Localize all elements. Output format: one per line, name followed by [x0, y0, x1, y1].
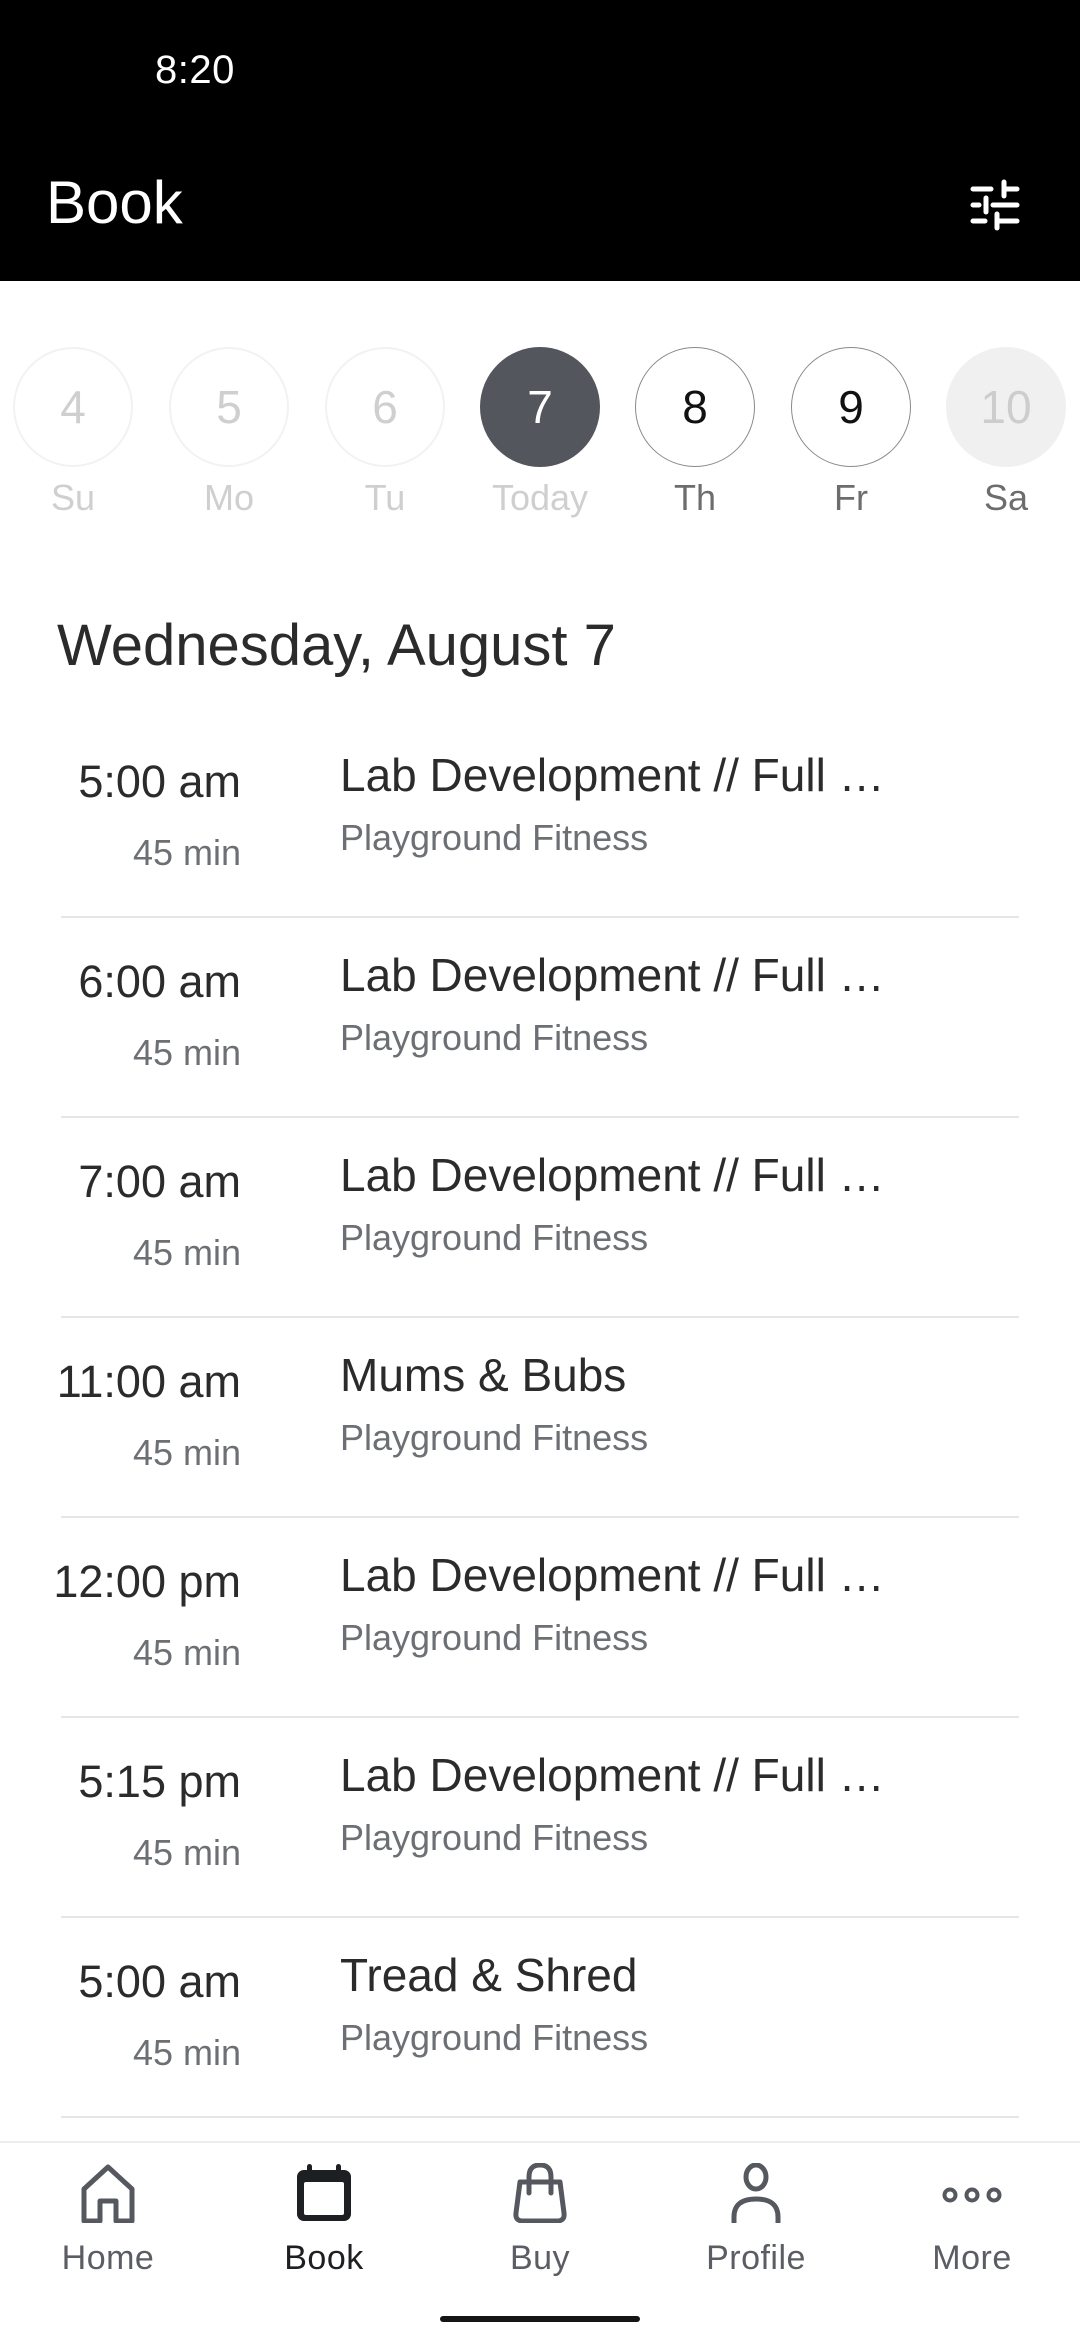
- class-row[interactable]: 5:15 pm 45 min Lab Development // Full B…: [0, 1718, 1080, 1918]
- class-row[interactable]: 5:00 am 45 min Tread & Shred Playground …: [0, 1918, 1080, 2118]
- day-fr[interactable]: 9 Fr: [781, 347, 921, 547]
- filter-button[interactable]: [955, 165, 1035, 245]
- nav-label: Book: [284, 2239, 364, 2277]
- class-studio: Playground Fitness: [340, 1817, 649, 1858]
- day-label: Sa: [983, 477, 1029, 518]
- class-duration: 45 min: [132, 1832, 241, 1873]
- more-dots-icon: [942, 2187, 1002, 2203]
- app-bar: Book: [0, 130, 1080, 281]
- day-label: Mo: [203, 477, 254, 518]
- day-label: Th: [673, 477, 716, 518]
- class-time: 6:00 am: [78, 956, 241, 1007]
- nav-label: Profile: [706, 2239, 806, 2277]
- class-row[interactable]: 5:00 am 45 min Lab Development // Full B…: [0, 718, 1080, 918]
- day-label: Fr: [834, 477, 868, 518]
- bottom-nav: Home Book Buy Profile More: [0, 2141, 1080, 2340]
- day-number: 5: [169, 347, 289, 467]
- class-title: Lab Development // Full Body: [340, 1549, 900, 1601]
- class-time: 7:00 am: [78, 1156, 241, 1207]
- class-title: Lab Development // Full Body: [340, 949, 900, 1001]
- class-studio: Playground Fitness: [340, 1417, 649, 1458]
- class-row[interactable]: 12:00 pm 45 min Lab Development // Full …: [0, 1518, 1080, 1718]
- nav-home[interactable]: Home: [0, 2143, 216, 2293]
- day-su[interactable]: 4 Su: [3, 347, 143, 547]
- nav-label: Buy: [509, 2239, 571, 2277]
- class-title: Lab Development // Full Body: [340, 749, 900, 801]
- class-list: 5:00 am 45 min Lab Development // Full B…: [0, 718, 1080, 2118]
- class-title: Lab Development // Full Body: [340, 1149, 900, 1201]
- class-title: Tread & Shred: [340, 1949, 638, 2001]
- nav-label: More: [932, 2239, 1012, 2277]
- day-label: Today: [491, 477, 589, 518]
- day-label: Tu: [364, 477, 406, 518]
- status-time: 8:20: [155, 48, 235, 92]
- class-duration: 45 min: [132, 832, 241, 873]
- date-heading: Wednesday, August 7: [57, 613, 616, 678]
- class-duration: 45 min: [132, 1232, 241, 1273]
- sliders-icon: [970, 179, 1020, 231]
- class-title: Lab Development // Full Body: [340, 1749, 900, 1801]
- class-studio: Playground Fitness: [340, 1617, 649, 1658]
- class-time: 5:00 am: [78, 1956, 241, 2007]
- day-number: 10: [946, 347, 1066, 467]
- class-title: Mums & Bubs: [340, 1349, 627, 1401]
- class-time: 11:00 am: [56, 1356, 241, 1407]
- day-today[interactable]: 7 Today: [470, 347, 610, 547]
- day-number: 7: [480, 347, 600, 467]
- class-row[interactable]: 6:00 am 45 min Lab Development // Full B…: [0, 918, 1080, 1118]
- day-tu[interactable]: 6 Tu: [315, 347, 455, 547]
- class-duration: 45 min: [132, 1032, 241, 1073]
- day-label: Su: [50, 477, 96, 518]
- nav-profile[interactable]: Profile: [648, 2143, 864, 2293]
- home-indicator[interactable]: [440, 2316, 640, 2322]
- class-studio: Playground Fitness: [340, 817, 649, 858]
- day-number: 9: [791, 347, 911, 467]
- day-sa[interactable]: 10 Sa: [936, 347, 1076, 547]
- status-bar: 8:20: [0, 0, 1080, 130]
- day-mo[interactable]: 5 Mo: [159, 347, 299, 547]
- class-time: 12:00 pm: [53, 1556, 241, 1607]
- class-time: 5:15 pm: [78, 1756, 241, 1807]
- day-th[interactable]: 8 Th: [625, 347, 765, 547]
- home-icon: [81, 2164, 135, 2223]
- class-studio: Playground Fitness: [340, 1017, 649, 1058]
- day-number: 8: [635, 347, 755, 467]
- person-icon: [731, 2163, 781, 2223]
- page-title: Book: [46, 169, 183, 236]
- calendar-icon: [297, 2164, 351, 2221]
- class-duration: 45 min: [132, 1432, 241, 1473]
- class-time: 5:00 am: [78, 756, 241, 807]
- nav-book[interactable]: Book: [216, 2143, 432, 2293]
- day-number: 4: [13, 347, 133, 467]
- nav-buy[interactable]: Buy: [432, 2143, 648, 2293]
- class-duration: 45 min: [132, 1632, 241, 1673]
- nav-more[interactable]: More: [864, 2143, 1080, 2293]
- class-studio: Playground Fitness: [340, 2017, 649, 2058]
- day-number: 6: [325, 347, 445, 467]
- class-duration: 45 min: [132, 2032, 241, 2073]
- nav-label: Home: [61, 2239, 155, 2277]
- shopping-bag-icon: [513, 2163, 567, 2223]
- class-row[interactable]: 7:00 am 45 min Lab Development // Full B…: [0, 1118, 1080, 1318]
- class-studio: Playground Fitness: [340, 1217, 649, 1258]
- date-strip: 4 Su 5 Mo 6 Tu 7 Today 8 Th 9 Fr 10 Sa: [0, 281, 1080, 531]
- class-row[interactable]: 11:00 am 45 min Mums & Bubs Playground F…: [0, 1318, 1080, 1518]
